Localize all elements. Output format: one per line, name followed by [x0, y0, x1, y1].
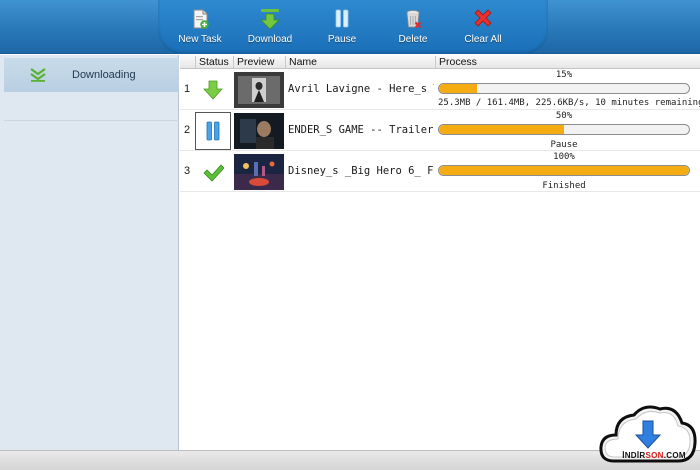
task-table: Status Preview Name Process 1 Avril Lavi…	[180, 55, 700, 450]
toolbar: New Task Download Pause Delete Clear All	[0, 0, 700, 54]
green-check-icon	[203, 164, 224, 182]
progress-percent: 15%	[555, 70, 573, 80]
progress-detail: Finished	[542, 181, 586, 191]
status-bar	[0, 450, 700, 470]
task-name: ENDER_S GAME -- Trailer19	[288, 124, 434, 136]
table-row[interactable]: 3 Disney_s _Big Hero 6_ First Look 100%	[180, 152, 700, 192]
column-header-process[interactable]: Process	[435, 56, 700, 68]
table-header: Status Preview Name Process	[180, 55, 700, 69]
pause-button[interactable]: Pause	[310, 8, 374, 48]
table-row[interactable]: 2 ENDER_S GAME -- Trailer19 50% Pause	[180, 111, 700, 151]
progress-bar	[438, 83, 690, 94]
pause-icon	[206, 121, 220, 141]
new-task-icon	[193, 9, 209, 29]
preview-thumbnail	[234, 154, 284, 190]
delete-label: Delete	[398, 34, 428, 45]
clear-all-button[interactable]: Clear All	[451, 8, 515, 48]
progress-bar	[438, 124, 690, 135]
green-down-arrow-icon	[203, 80, 223, 100]
task-name: Avril Lavigne - Here_s To Never Growing …	[288, 83, 434, 95]
clear-all-label: Clear All	[464, 34, 502, 45]
column-header-status[interactable]: Status	[195, 56, 233, 68]
progress-detail: Pause	[550, 140, 578, 150]
download-arrow-icon	[260, 9, 280, 30]
progress-percent: 100%	[553, 152, 575, 162]
watermark-logo: İNDİRSON.COM	[596, 395, 700, 470]
pause-icon	[335, 9, 349, 28]
progress-detail: 25.3MB / 161.4MB, 225.6KB/s, 10 minutes …	[438, 98, 700, 108]
preview-thumbnail	[234, 113, 284, 149]
delete-button[interactable]: Delete	[381, 8, 445, 48]
sidebar-divider	[4, 120, 179, 121]
row-number: 3	[184, 165, 191, 177]
red-x-icon	[474, 9, 492, 27]
download-arrow-icon	[30, 68, 46, 82]
progress-bar-fill	[439, 125, 564, 134]
row-number: 1	[184, 83, 191, 95]
row-number: 2	[184, 124, 191, 136]
sidebar-item-downloading[interactable]: Downloading	[4, 58, 179, 92]
progress-bar	[438, 165, 690, 176]
sidebar-item-label: Downloading	[72, 69, 136, 81]
sidebar: Downloading	[0, 55, 179, 450]
progress-bar-fill	[439, 166, 689, 175]
progress-bar-fill	[439, 84, 477, 93]
new-task-label: New Task	[178, 34, 222, 45]
progress-percent: 50%	[555, 111, 573, 121]
status-cell[interactable]	[195, 71, 231, 109]
trash-icon	[406, 10, 422, 29]
download-label: Download	[247, 34, 293, 45]
preview-thumbnail	[234, 72, 284, 108]
column-header-name[interactable]: Name	[285, 56, 435, 68]
watermark-text: İNDİRSON.COM	[622, 451, 686, 460]
status-cell[interactable]	[195, 153, 231, 191]
table-row[interactable]: 1 Avril Lavigne - Here_s To Never Growin…	[180, 70, 700, 110]
new-task-button[interactable]: New Task	[168, 8, 232, 48]
download-button[interactable]: Download	[238, 8, 302, 48]
pause-label: Pause	[327, 34, 357, 45]
task-name: Disney_s _Big Hero 6_ First Look	[288, 165, 434, 177]
status-cell[interactable]	[195, 112, 231, 150]
column-header-preview[interactable]: Preview	[233, 56, 285, 68]
